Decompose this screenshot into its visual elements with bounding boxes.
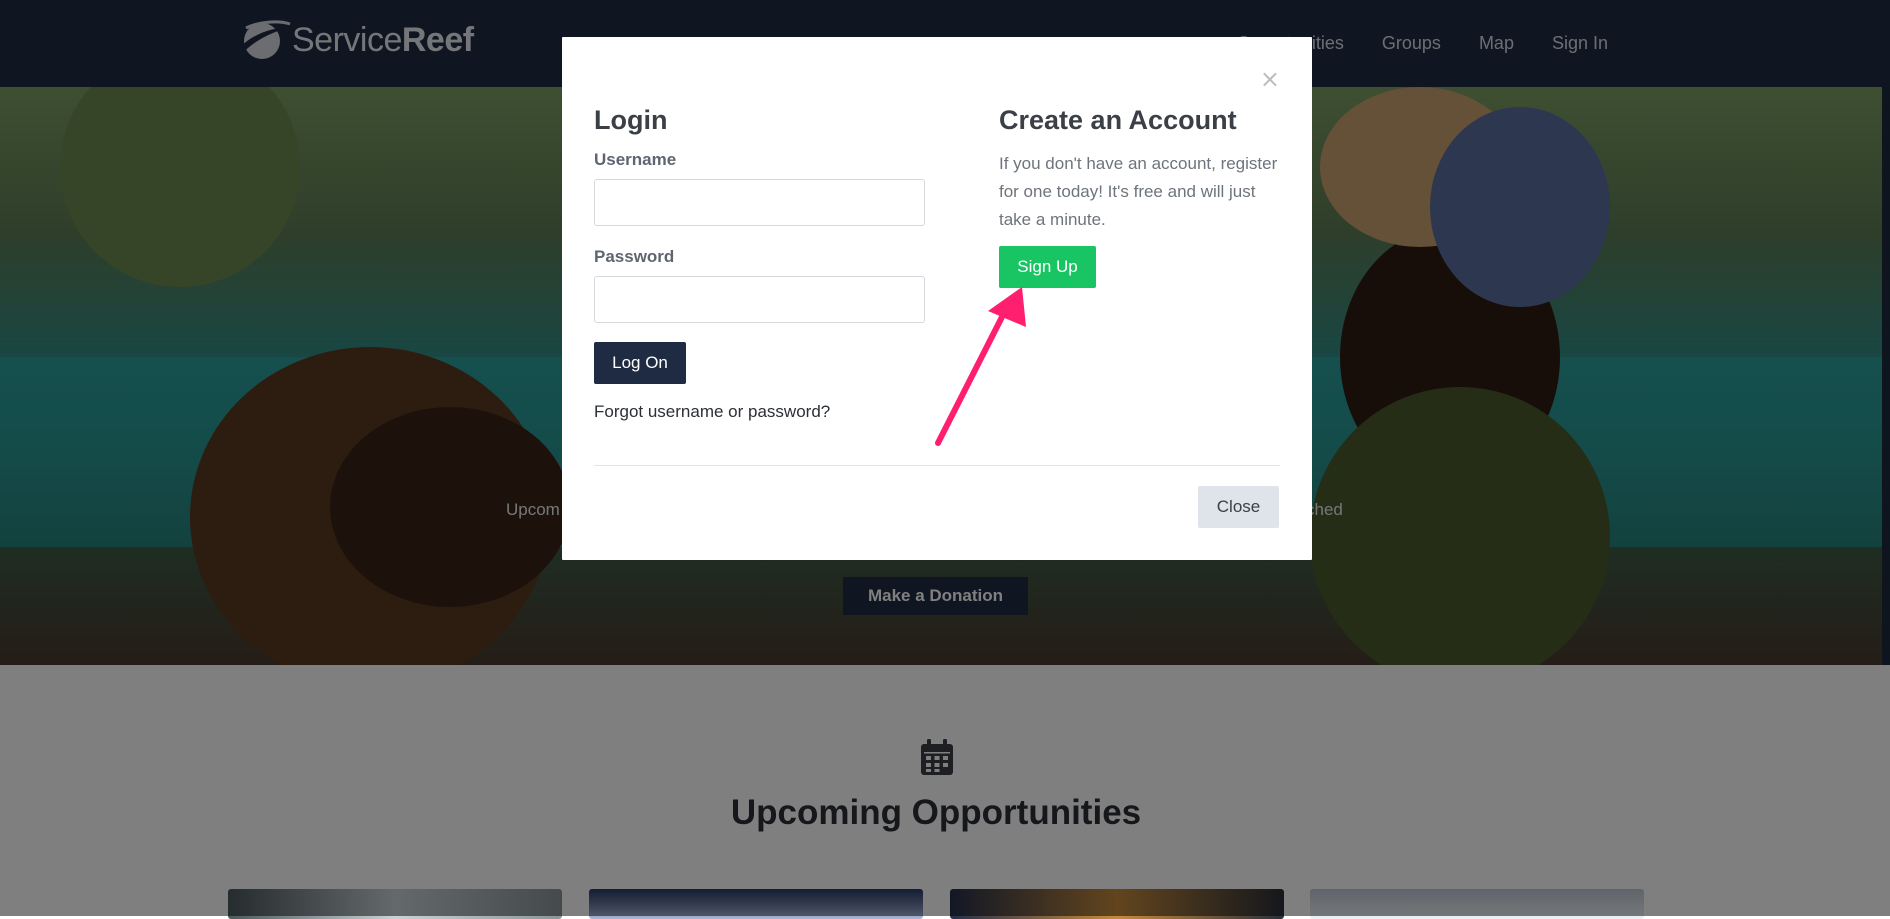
username-input[interactable] <box>594 179 925 226</box>
create-account-text: If you don't have an account, register f… <box>999 154 1278 229</box>
login-column: Login Username Password Log On Forgot us… <box>594 105 925 422</box>
create-account-title: Create an Account <box>999 105 1237 135</box>
password-input[interactable] <box>594 276 925 323</box>
modal-divider <box>594 465 1280 466</box>
create-account-column: Create an Account If you don't have an a… <box>999 105 1284 288</box>
password-label: Password <box>594 247 675 266</box>
close-icon[interactable]: × <box>1260 67 1280 91</box>
annotation-arrow-icon <box>935 287 1026 446</box>
log-on-button[interactable]: Log On <box>594 342 686 384</box>
sign-up-button[interactable]: Sign Up <box>999 246 1096 288</box>
close-button[interactable]: Close <box>1198 486 1279 528</box>
username-label: Username <box>594 150 677 169</box>
forgot-credentials-link[interactable]: Forgot username or password? <box>594 402 925 422</box>
login-title: Login <box>594 105 668 135</box>
